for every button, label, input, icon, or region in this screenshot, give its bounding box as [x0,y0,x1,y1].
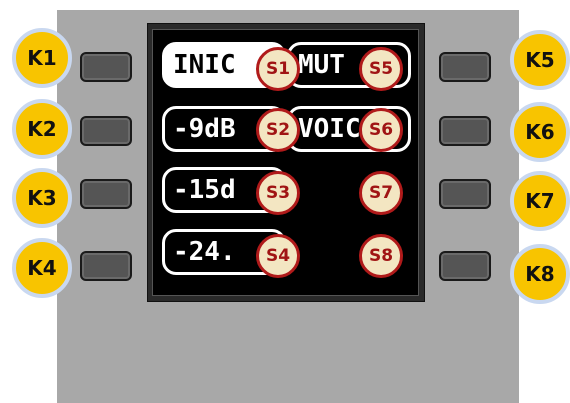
softkey-s6-label: VOIC [298,114,361,144]
hw-button-right-4[interactable] [439,251,491,281]
softkey-s2-label: -9dB [173,114,236,144]
hw-button-left-3[interactable] [80,179,132,209]
hw-button-left-2[interactable] [80,116,132,146]
softkey-s5-label: MUT [298,50,345,80]
screen-badge-s3: S3 [256,171,300,215]
key-badge-k8: K8 [510,244,570,304]
key-badge-k7: K7 [510,171,570,231]
key-badge-k3: K3 [12,168,72,228]
key-badge-k6: K6 [510,102,570,162]
screen-badge-s7: S7 [359,171,403,215]
softkey-s4-label: -24. [173,237,236,267]
screen-badge-s5: S5 [359,47,403,91]
hw-button-right-2[interactable] [439,116,491,146]
screen-badge-s2: S2 [256,108,300,152]
hw-button-left-4[interactable] [80,251,132,281]
softkey-s1-label: INIC [173,50,236,80]
key-badge-k4: K4 [12,238,72,298]
screen-badge-s4: S4 [256,234,300,278]
hw-button-right-3[interactable] [439,179,491,209]
key-badge-k2: K2 [12,99,72,159]
key-badge-k5: K5 [510,30,570,90]
screen-badge-s8: S8 [359,234,403,278]
screen-badge-s6: S6 [359,108,403,152]
key-badge-k1: K1 [12,28,72,88]
hw-button-left-1[interactable] [80,52,132,82]
screen-badge-s1: S1 [256,47,300,91]
hw-button-right-1[interactable] [439,52,491,82]
softkey-s3-label: -15d [173,175,236,205]
